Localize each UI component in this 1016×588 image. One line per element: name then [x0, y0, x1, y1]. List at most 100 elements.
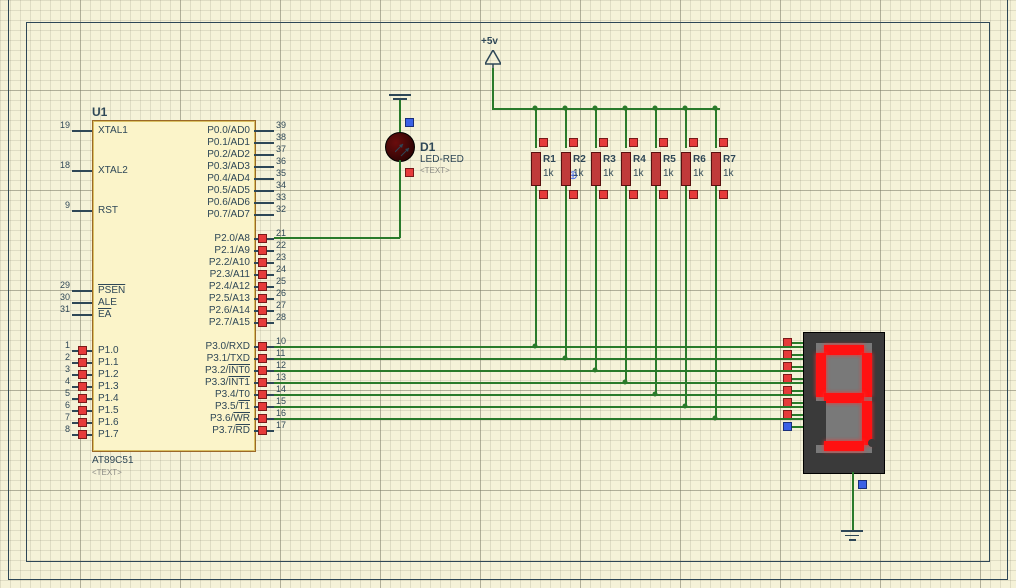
resistor-ref: R3 [603, 154, 616, 165]
resistor-value: 1k [723, 168, 734, 179]
wire [625, 108, 627, 148]
probe [569, 138, 578, 147]
resistor[interactable] [591, 152, 601, 186]
wire [791, 366, 803, 368]
pin-name: P2.7/A15 [196, 317, 250, 328]
pin-stub [254, 166, 274, 168]
pin-name: P2.1/A9 [196, 245, 250, 256]
wire [399, 160, 401, 238]
probe [719, 190, 728, 199]
resistor-value: 1k [603, 168, 614, 179]
segment-e [816, 401, 826, 445]
probe [258, 342, 267, 351]
pin-number: 21 [276, 228, 292, 238]
pin-name: P2.0/A8 [196, 233, 250, 244]
wire [655, 108, 657, 148]
wire [399, 100, 401, 132]
pin-name: P1.4 [98, 393, 119, 404]
resistor-ref: R4 [633, 154, 646, 165]
probe-7seg-common [858, 480, 867, 489]
pin-name: P3.7/RD [196, 425, 250, 436]
pin-number: 18 [54, 160, 70, 170]
resistor[interactable] [651, 152, 661, 186]
resistor-value: 1k [663, 168, 674, 179]
pin-name: P0.1/AD1 [196, 137, 250, 148]
wire [791, 342, 803, 344]
resistor-value: 1k [693, 168, 704, 179]
chip-ref: U1 [92, 105, 107, 119]
probe [258, 318, 267, 327]
pin-name: P1.2 [98, 369, 119, 380]
resistor[interactable] [711, 152, 721, 186]
pin-number: 10 [276, 336, 292, 346]
pin-number: 34 [276, 180, 292, 190]
probe [539, 138, 548, 147]
pin-number: 3 [54, 364, 70, 374]
probe [629, 138, 638, 147]
pin-stub [254, 142, 274, 144]
probe-led-bottom [405, 168, 414, 177]
junction-dot [713, 106, 718, 111]
resistor[interactable] [561, 152, 571, 186]
resistor[interactable] [621, 152, 631, 186]
pin-name: P0.0/AD0 [196, 125, 250, 136]
probe [783, 422, 792, 431]
resistor[interactable] [531, 152, 541, 186]
wire [274, 406, 803, 408]
pin-number: 14 [276, 384, 292, 394]
pin-name: P3.2/INT0 [196, 365, 250, 376]
pin-number: 9 [54, 200, 70, 210]
junction-dot [593, 106, 598, 111]
wire [274, 418, 803, 420]
wire [791, 426, 803, 428]
pin-number: 8 [54, 424, 70, 434]
probe [258, 414, 267, 423]
junction-dot [683, 106, 688, 111]
pin-name: P0.5/AD5 [196, 185, 250, 196]
resistor-ref: R2 [573, 154, 586, 165]
wire [274, 382, 803, 384]
pin-name: P2.5/A13 [196, 293, 250, 304]
pin-number: 11 [276, 348, 292, 358]
pin-number: 5 [54, 388, 70, 398]
wire [685, 108, 687, 148]
wire [685, 186, 687, 406]
pin-number: 38 [276, 132, 292, 142]
pin-number: 39 [276, 120, 292, 130]
pin-name: P0.6/AD6 [196, 197, 250, 208]
wire [274, 394, 803, 396]
led-part: LED-RED [420, 154, 464, 165]
pin-stub [254, 130, 274, 132]
pin-number: 19 [54, 120, 70, 130]
pin-stub [72, 130, 92, 132]
pin-name: P1.6 [98, 417, 119, 428]
pin-number: 33 [276, 192, 292, 202]
probe [78, 394, 87, 403]
pin-number: 13 [276, 372, 292, 382]
pin-name: EA [98, 309, 111, 320]
wire [565, 186, 567, 358]
pin-number: 12 [276, 360, 292, 370]
junction-dot [623, 106, 628, 111]
pin-number: 31 [54, 304, 70, 314]
segment-a [824, 345, 864, 355]
led-text: <TEXT> [420, 166, 450, 175]
seven-segment-display[interactable] [803, 332, 885, 474]
pin-number: 36 [276, 156, 292, 166]
probe [258, 270, 267, 279]
pin-name: P3.4/T0 [196, 389, 250, 400]
pin-name: P1.3 [98, 381, 119, 392]
pin-name: P0.4/AD4 [196, 173, 250, 184]
pin-name: P2.3/A11 [196, 269, 250, 280]
probe [258, 282, 267, 291]
resistor[interactable] [681, 152, 691, 186]
pin-stub [254, 202, 274, 204]
probe [258, 258, 267, 267]
probe [539, 190, 548, 199]
digit-box [816, 343, 872, 453]
led-ref: D1 [420, 140, 435, 154]
wire [274, 358, 803, 360]
pin-name: P2.4/A12 [196, 281, 250, 292]
pin-number: 23 [276, 252, 292, 262]
segment-b [862, 353, 872, 397]
